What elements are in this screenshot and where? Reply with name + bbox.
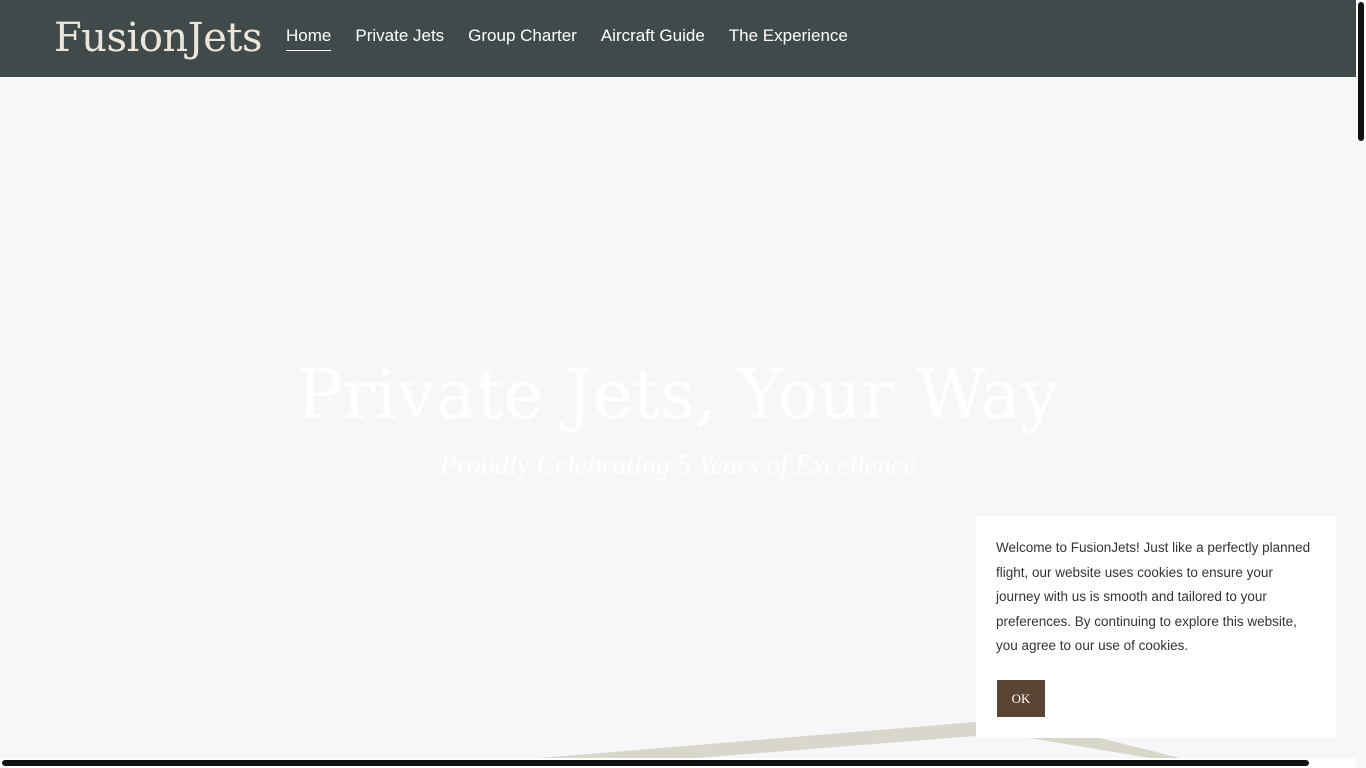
cookie-banner: Welcome to FusionJets! Just like a perfe…	[976, 516, 1336, 738]
nav-item-aircraft-guide[interactable]: Aircraft Guide	[601, 26, 705, 51]
cookie-ok-button[interactable]: OK	[997, 680, 1045, 717]
site-header: FusionJets Home Private Jets Group Chart…	[0, 0, 1356, 77]
main-nav: Home Private Jets Group Charter Aircraft…	[286, 0, 872, 77]
nav-item-private-jets[interactable]: Private Jets	[355, 26, 444, 51]
wing-shape-right	[1030, 738, 1180, 758]
nav-item-the-experience[interactable]: The Experience	[729, 26, 848, 51]
hero-title: Private Jets, Your Way	[297, 356, 1059, 435]
vertical-scrollbar-thumb[interactable]	[1358, 2, 1364, 141]
nav-item-home[interactable]: Home	[286, 26, 332, 51]
nav-item-group-charter[interactable]: Group Charter	[468, 26, 577, 51]
fusionjets-logo[interactable]: FusionJets	[54, 14, 263, 62]
hero-subtitle: Proudly Celebrating 5 Years of Excellenc…	[439, 450, 917, 481]
cookie-message: Welcome to FusionJets! Just like a perfe…	[996, 540, 1311, 654]
horizontal-scrollbar-thumb[interactable]	[2, 760, 1309, 766]
page: FusionJets Home Private Jets Group Chart…	[0, 0, 1366, 768]
